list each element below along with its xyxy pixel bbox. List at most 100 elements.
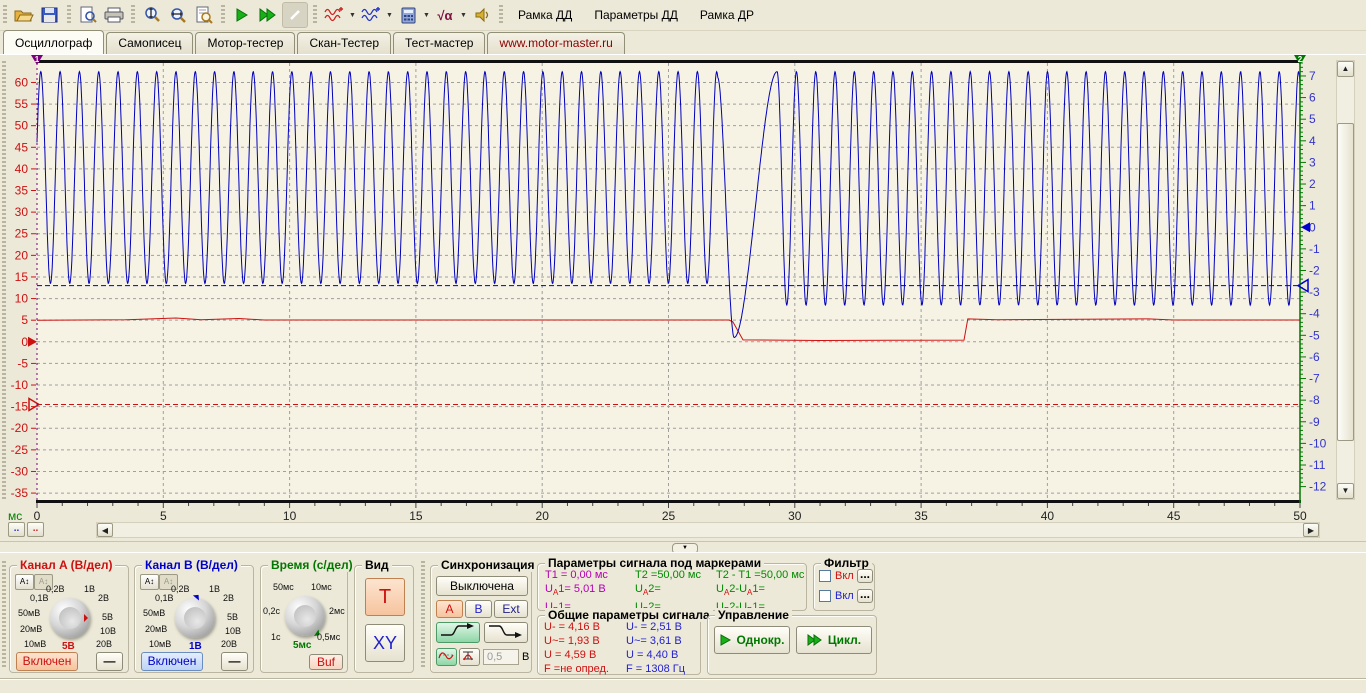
svg-text:30: 30 bbox=[15, 205, 29, 219]
channel-b-power-button[interactable]: Включен bbox=[141, 652, 203, 671]
scroll-up-button[interactable]: ▲ bbox=[1337, 61, 1354, 77]
dial-label: 0,1В bbox=[155, 593, 174, 603]
wave-a-dropdown-icon[interactable]: ▼ bbox=[348, 12, 357, 19]
sync-title: Синхронизация bbox=[438, 558, 538, 572]
channel-b-knob-pointer bbox=[193, 589, 204, 600]
cyclic-run-button[interactable]: Цикл. bbox=[796, 626, 872, 654]
dial-label: 10В bbox=[225, 626, 241, 636]
sync-off-button[interactable]: Выключена bbox=[436, 576, 528, 596]
svg-text:-7: -7 bbox=[1309, 372, 1320, 386]
control-buttons-panel: Управление Однокр. Цикл. bbox=[707, 615, 877, 675]
t2-value: T2 =50,00 мс bbox=[635, 568, 701, 582]
channel-a-power-button[interactable]: Включен bbox=[16, 652, 78, 671]
wave-a-icon[interactable] bbox=[322, 3, 346, 27]
edit-icon[interactable] bbox=[282, 2, 308, 28]
formula-icon[interactable]: √α bbox=[433, 3, 457, 27]
sync-source-ext-button[interactable]: Ext bbox=[494, 600, 528, 618]
dial-label: 50мВ bbox=[143, 608, 165, 618]
scroll-right-button[interactable]: ▶ bbox=[1303, 523, 1319, 537]
preview-icon[interactable] bbox=[76, 3, 100, 27]
svg-text:10: 10 bbox=[15, 292, 29, 306]
zoom-horizontal-icon[interactable] bbox=[166, 3, 190, 27]
open-icon[interactable] bbox=[12, 3, 36, 27]
vertical-scroll-thumb[interactable] bbox=[1337, 123, 1354, 441]
horizontal-scrollbar[interactable]: ◀ ▶ bbox=[96, 522, 1320, 538]
svg-text:4: 4 bbox=[1309, 134, 1316, 148]
dial-label: 20В bbox=[96, 639, 112, 649]
buffer-button[interactable]: Buf bbox=[309, 654, 343, 670]
status-bar bbox=[0, 678, 1366, 693]
channel-a-autoscale-button[interactable]: A↕ bbox=[15, 574, 34, 590]
play-icon bbox=[720, 634, 732, 646]
tab-recorder[interactable]: Самописец bbox=[106, 32, 193, 54]
channel-b-invert-button[interactable]: — bbox=[221, 652, 248, 671]
svg-text:-35: -35 bbox=[11, 486, 29, 500]
vertical-scrollbar[interactable]: ▲ ▼ bbox=[1336, 60, 1355, 500]
tab-website[interactable]: www.motor-master.ru bbox=[487, 32, 624, 54]
panel-drag-handle[interactable] bbox=[421, 561, 425, 669]
svg-text:-4: -4 bbox=[1309, 307, 1320, 321]
frame-dd-button[interactable]: Рамка ДД bbox=[508, 6, 582, 24]
filter-b-checkbox[interactable] bbox=[819, 590, 831, 602]
svg-text:2: 2 bbox=[1309, 177, 1316, 191]
zoom-page-icon[interactable] bbox=[192, 3, 216, 27]
run-cycle-icon[interactable] bbox=[256, 3, 280, 27]
params-dd-button[interactable]: Параметры ДД bbox=[584, 6, 688, 24]
channel-a-range-knob[interactable] bbox=[50, 598, 90, 638]
tab-scan-tester[interactable]: Скан-Тестер bbox=[297, 32, 391, 54]
channel-a-knob-pointer bbox=[84, 614, 92, 622]
filter-a-settings-button[interactable]: ... bbox=[857, 569, 873, 583]
filter-b-settings-button[interactable]: ... bbox=[857, 589, 873, 603]
sync-source-b-button[interactable]: B bbox=[465, 600, 492, 618]
svg-text:-3: -3 bbox=[1309, 285, 1320, 299]
wave-b-dropdown-icon[interactable]: ▼ bbox=[385, 12, 394, 19]
sync-source-a-button[interactable]: A bbox=[436, 600, 463, 618]
sync-edge-falling-button[interactable] bbox=[484, 622, 528, 643]
control-panel: Канал A (В/дел) A↕ A↕ 0,2В 1В 0,1В 2В 50… bbox=[0, 552, 1366, 679]
timebase-selected: 5мс bbox=[293, 640, 311, 651]
toolbar-drag-handle[interactable] bbox=[3, 5, 7, 25]
filter-a-checkbox[interactable] bbox=[819, 570, 831, 582]
channel-b-autoscale-button[interactable]: A↕ bbox=[140, 574, 159, 590]
panel-drag-handle[interactable] bbox=[2, 561, 6, 669]
scroll-down-button[interactable]: ▼ bbox=[1337, 483, 1354, 499]
sync-level-input[interactable] bbox=[483, 649, 519, 665]
calculator-dropdown-icon[interactable]: ▼ bbox=[422, 12, 431, 19]
ch-a-udc: U- = 4,16 В bbox=[544, 620, 609, 634]
tab-oscilloscope[interactable]: Осциллограф bbox=[3, 30, 104, 54]
sync-mode-pulse-button[interactable] bbox=[459, 648, 480, 666]
oscilloscope-plot[interactable]: 05101520253035404550мс605550454035302520… bbox=[0, 55, 1366, 540]
print-icon[interactable] bbox=[102, 3, 126, 27]
svg-text:-10: -10 bbox=[1309, 436, 1327, 450]
frame-dr-button[interactable]: Рамка ДР bbox=[690, 6, 764, 24]
wave-b-icon[interactable] bbox=[359, 3, 383, 27]
dial-label: 0,1В bbox=[30, 593, 49, 603]
view-panel: Вид T XY bbox=[354, 565, 414, 673]
sound-icon[interactable] bbox=[470, 3, 494, 27]
calculator-icon[interactable] bbox=[396, 3, 420, 27]
svg-text:50: 50 bbox=[1293, 509, 1307, 523]
view-t-button[interactable]: T bbox=[365, 578, 405, 616]
ua2-value: UA2= bbox=[635, 582, 701, 600]
scroll-left-button[interactable]: ◀ bbox=[97, 523, 113, 537]
toolbar: ▼ ▼ ▼ √α ▼ Рамка ДД Параметры ДД Рамка Д… bbox=[0, 0, 1366, 31]
channel-b-range-knob[interactable] bbox=[175, 598, 215, 638]
zoom-vertical-icon[interactable] bbox=[140, 3, 164, 27]
dial-label: 20В bbox=[221, 639, 237, 649]
view-xy-button[interactable]: XY bbox=[365, 624, 405, 662]
run-icon[interactable] bbox=[230, 3, 254, 27]
sync-edge-rising-button[interactable] bbox=[436, 622, 480, 643]
t1-value: T1 = 0,00 мс bbox=[545, 568, 608, 582]
tab-test-master[interactable]: Тест-мастер bbox=[393, 32, 485, 54]
timebase-knob[interactable] bbox=[285, 596, 325, 636]
formula-dropdown-icon[interactable]: ▼ bbox=[459, 12, 468, 19]
channel-a-title: Канал A (В/дел) bbox=[17, 558, 115, 572]
marker-b-button[interactable]: .. bbox=[27, 522, 44, 537]
sync-mode-wave-button[interactable] bbox=[436, 648, 457, 666]
svg-text:-6: -6 bbox=[1309, 350, 1320, 364]
single-run-button[interactable]: Однокр. bbox=[714, 626, 790, 654]
channel-a-invert-button[interactable]: — bbox=[96, 652, 123, 671]
save-icon[interactable] bbox=[38, 3, 62, 27]
tab-motor-tester[interactable]: Мотор-тестер bbox=[195, 32, 295, 54]
marker-a-button[interactable]: .. bbox=[8, 522, 25, 537]
